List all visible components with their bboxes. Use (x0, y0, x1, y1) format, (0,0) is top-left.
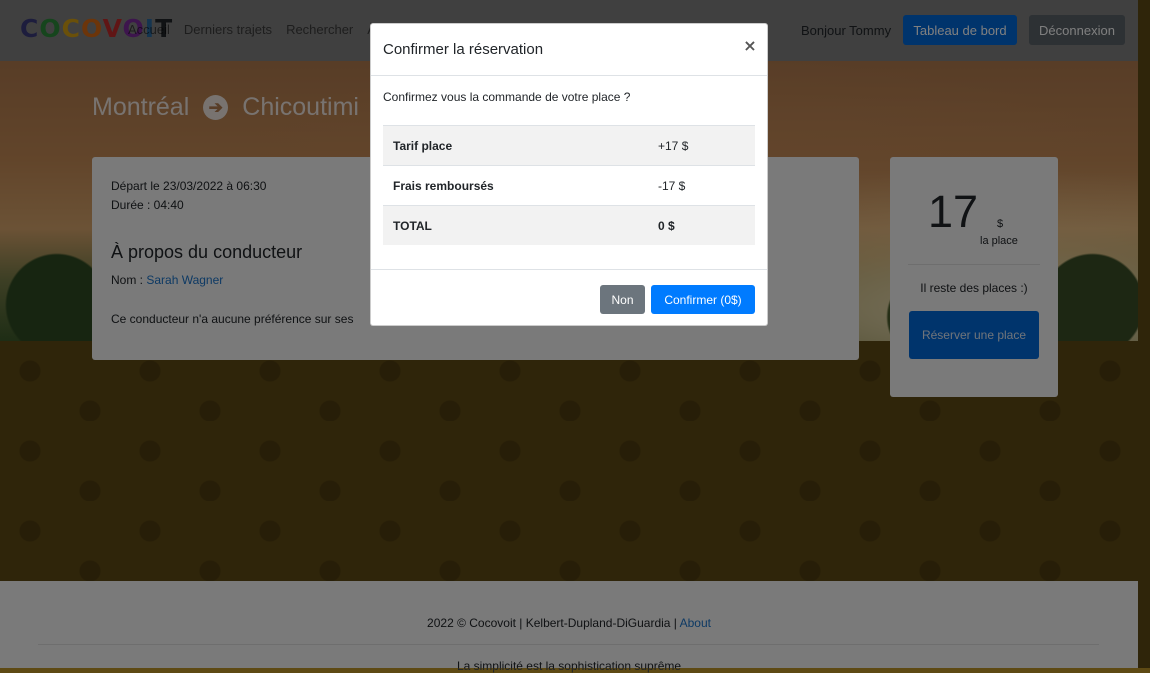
modal-question: Confirmez vous la commande de votre plac… (383, 90, 631, 104)
confirm-reservation-modal: Confirmer la réservation × Confirmez vou… (370, 23, 768, 326)
close-icon[interactable]: × (740, 35, 760, 55)
table-row-total: TOTAL 0 $ (383, 205, 755, 245)
modal-header: Confirmer la réservation × (371, 24, 767, 76)
modal-title: Confirmer la réservation (383, 41, 544, 58)
modal-footer: Non Confirmer (0$) (371, 269, 767, 327)
row-value: -17 $ (648, 165, 755, 206)
row-value: 0 $ (648, 205, 755, 245)
price-summary-table: Tarif place +17 $ Frais remboursés -17 $… (383, 125, 755, 245)
row-value: +17 $ (648, 125, 755, 166)
cancel-button[interactable]: Non (600, 285, 645, 314)
table-row: Tarif place +17 $ (383, 125, 755, 166)
row-label: Frais remboursés (383, 165, 648, 206)
row-label: Tarif place (383, 125, 648, 166)
row-label: TOTAL (383, 205, 648, 245)
confirm-button[interactable]: Confirmer (0$) (651, 285, 755, 314)
table-row: Frais remboursés -17 $ (383, 165, 755, 206)
